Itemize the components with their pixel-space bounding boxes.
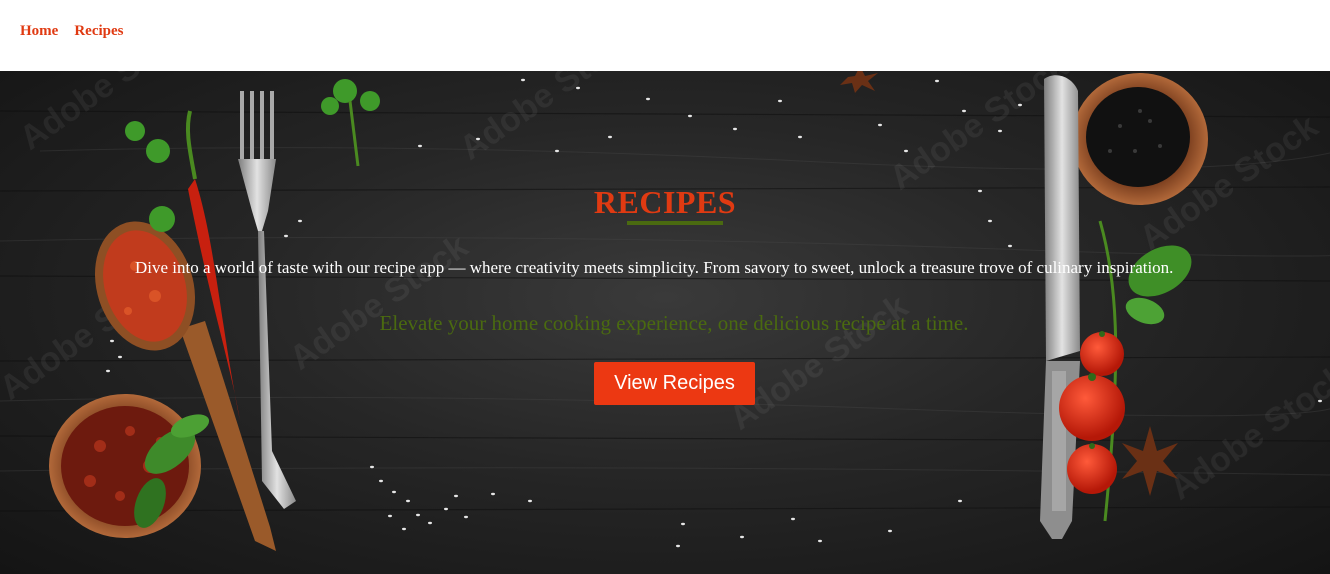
hero-title: RECIPES [593, 184, 737, 220]
top-navbar: Home Recipes [0, 0, 1330, 71]
tomatoes [1059, 331, 1125, 494]
svg-text:Adobe Stock: Adobe Stock [13, 71, 205, 158]
nav-link-recipes[interactable]: Recipes [74, 23, 123, 40]
hero-banner: Adobe Stock Adobe Stock Adobe Stock Adob… [0, 71, 1330, 574]
hero-description: Dive into a world of taste with our reci… [135, 258, 1174, 277]
title-underline [627, 221, 723, 225]
svg-text:Adobe Stock: Adobe Stock [1163, 357, 1330, 507]
hero-tagline: Elevate your home cooking experience, on… [379, 311, 969, 335]
spice-bowl-left [49, 394, 201, 538]
nav-link-home[interactable]: Home [20, 23, 58, 40]
fork [238, 91, 296, 509]
view-recipes-button[interactable]: View Recipes [594, 362, 755, 405]
svg-text:Adobe Stock: Adobe Stock [283, 227, 475, 377]
